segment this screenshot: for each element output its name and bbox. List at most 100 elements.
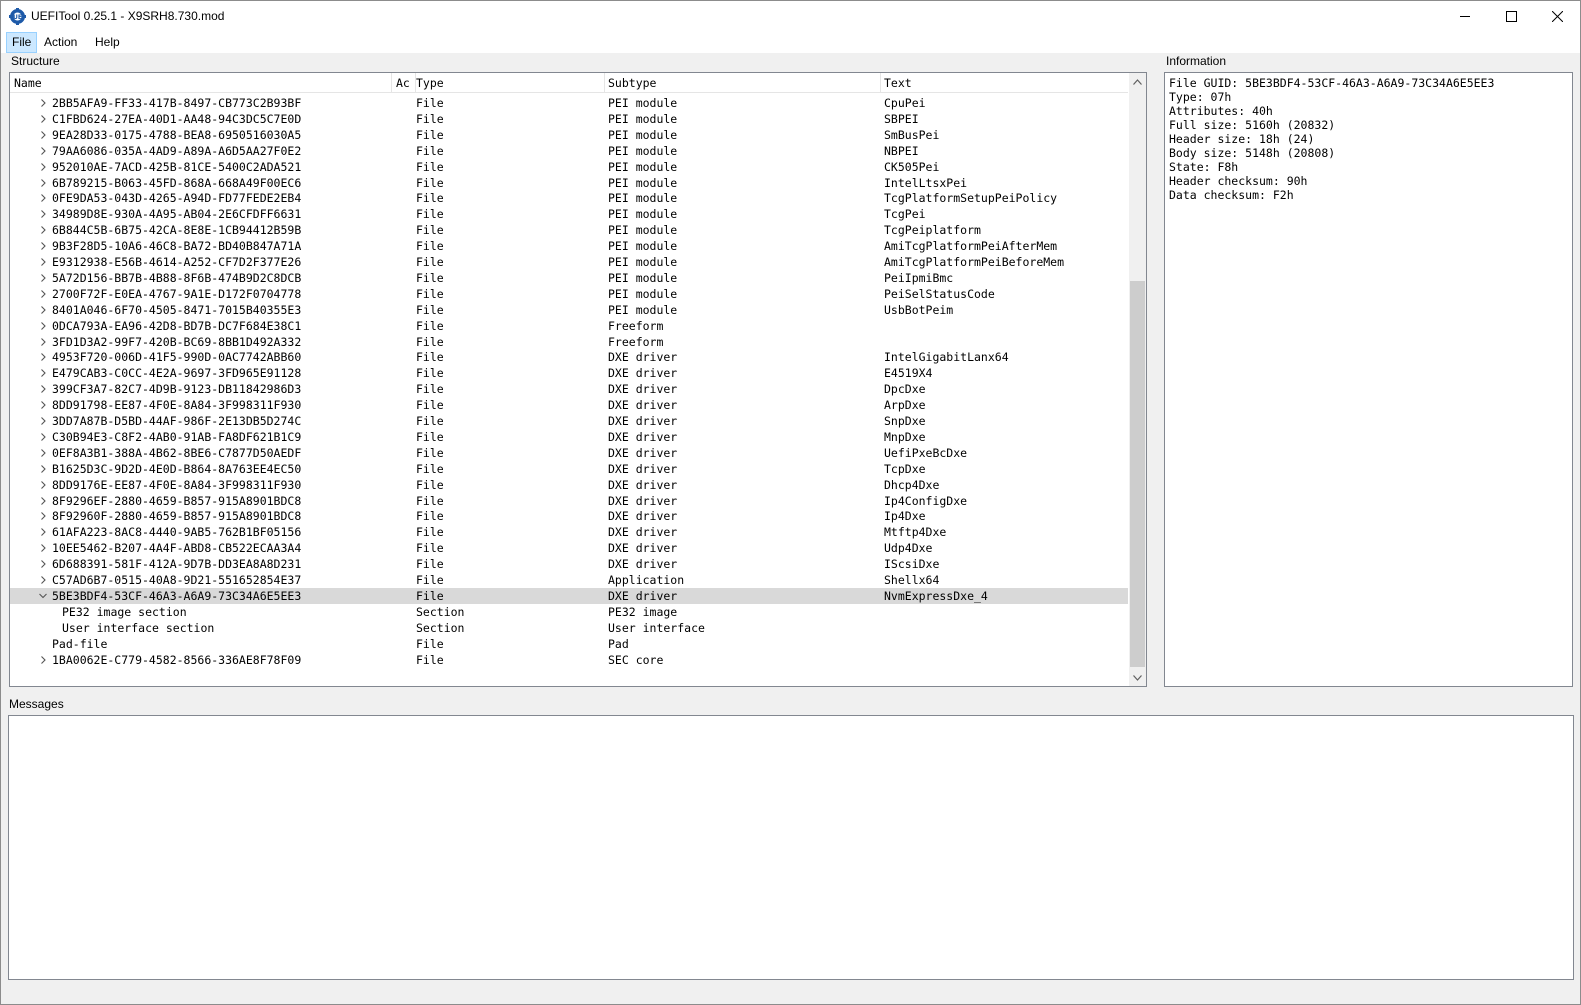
chevron-right-icon[interactable] bbox=[39, 576, 47, 584]
scroll-down-button[interactable] bbox=[1129, 669, 1146, 686]
tree-row[interactable]: 8401A046-6F70-4505-8471-7015B40355E3 File… bbox=[10, 302, 1128, 318]
tree-cell-subtype: PEI module bbox=[608, 159, 678, 174]
menu-action[interactable]: Action bbox=[39, 32, 82, 53]
tree-row[interactable]: 0FE9DA53-043D-4265-A94D-FD77FEDE2EB4 File… bbox=[10, 190, 1128, 206]
tree-item-name: PE32 image section bbox=[62, 604, 187, 619]
chevron-right-icon[interactable] bbox=[39, 480, 47, 489]
tree-row[interactable]: 10EE5462-B207-4A4F-ABD8-CB522ECAA3A4 File… bbox=[10, 540, 1128, 556]
maximize-button[interactable] bbox=[1488, 1, 1534, 32]
tree-row[interactable]: 5BE3BDF4-53CF-46A3-A6A9-73C34A6E5EE3 File… bbox=[10, 587, 1128, 604]
chevron-right-icon[interactable] bbox=[39, 655, 47, 664]
horizontal-splitter[interactable] bbox=[1, 692, 1580, 695]
chevron-right-icon[interactable] bbox=[39, 337, 47, 346]
structure-tree[interactable]: Name Ac Type Subtype Text 2BB5AFA9-FF33-… bbox=[9, 72, 1147, 687]
tree-cell-text: PeiSelStatusCode bbox=[884, 286, 995, 301]
tree-row[interactable]: E9312938-E56B-4614-A252-CF7D2F377E26 File… bbox=[10, 254, 1128, 270]
chevron-right-icon[interactable] bbox=[39, 464, 47, 473]
tree-row[interactable]: 8F92960F-2880-4659-B857-915A8901BDC8 File… bbox=[10, 508, 1128, 524]
chevron-right-icon[interactable] bbox=[39, 115, 47, 123]
tree-row[interactable]: 3DD7A87B-D5BD-44AF-986F-2E13DB5D274C File… bbox=[10, 413, 1128, 429]
tree-item-name: C57AD6B7-0515-40A8-9D21-551652854E37 bbox=[52, 573, 302, 587]
column-header-type[interactable]: Type bbox=[412, 73, 604, 93]
tree-cell-name: 4953F720-006D-41F5-990D-0AC7742ABB60 bbox=[10, 349, 392, 365]
chevron-right-icon[interactable] bbox=[39, 417, 47, 425]
tree-cell-subtype: Freeform bbox=[608, 334, 664, 349]
menu-help[interactable]: Help bbox=[90, 32, 125, 53]
info-line: Full size: 5160h (20832) bbox=[1169, 118, 1336, 132]
tree-row[interactable]: 3FD1D3A2-99F7-420B-BC69-8BB1D492A332 File… bbox=[10, 334, 1128, 350]
minimize-button[interactable] bbox=[1442, 1, 1488, 32]
tree-row[interactable]: 6B789215-B063-45FD-868A-668A49F00EC6 File… bbox=[10, 175, 1128, 191]
vertical-scrollbar[interactable] bbox=[1129, 73, 1146, 686]
chevron-right-icon[interactable] bbox=[39, 242, 47, 250]
tree-item-name: 0DCA793A-EA96-42D8-BD7B-DC7F684E38C1 bbox=[52, 318, 302, 333]
chevron-right-icon[interactable] bbox=[39, 178, 47, 187]
tree-row[interactable]: 8DD9176E-EE87-4F0E-8A84-3F998311F930 File… bbox=[10, 477, 1128, 493]
chevron-right-icon[interactable] bbox=[39, 162, 47, 171]
scroll-up-button[interactable] bbox=[1129, 73, 1146, 90]
chevron-right-icon[interactable] bbox=[39, 274, 47, 282]
chevron-right-icon[interactable] bbox=[39, 289, 47, 298]
scrollbar-thumb[interactable] bbox=[1130, 281, 1145, 667]
chevron-right-icon[interactable] bbox=[39, 226, 47, 235]
tree-row[interactable]: 34989D8E-930A-4A95-AB04-2E6CFDFF6631 File… bbox=[10, 206, 1128, 222]
tree-row[interactable]: 2BB5AFA9-FF33-417B-8497-CB773C2B93BF File… bbox=[10, 95, 1128, 111]
tree-row[interactable]: 79AA6086-035A-4AD9-A89A-A6D5AA27F0E2 File… bbox=[10, 143, 1128, 159]
information-panel[interactable]: File GUID: 5BE3BDF4-53CF-46A3-A6A9-73C34… bbox=[1164, 72, 1573, 687]
tree-row[interactable]: 61AFA223-8AC8-4440-9AB5-762B1BF05156 File… bbox=[10, 524, 1128, 540]
tree-cell-subtype: PEI module bbox=[608, 223, 678, 238]
tree-row[interactable]: 9B3F28D5-10A6-46C8-BA72-BD40B847A71A File… bbox=[10, 238, 1128, 254]
tree-row[interactable]: 6D688391-581F-412A-9D7B-DD3EA8A8D231 File… bbox=[10, 556, 1128, 572]
tree-item-name: E9312938-E56B-4614-A252-CF7D2F377E26 bbox=[52, 255, 302, 269]
chevron-right-icon[interactable] bbox=[39, 448, 47, 457]
chevron-right-icon[interactable] bbox=[39, 210, 47, 219]
column-header-text[interactable]: Text bbox=[880, 73, 1128, 93]
chevron-right-icon[interactable] bbox=[39, 512, 47, 521]
info-line: File GUID: 5BE3BDF4-53CF-46A3-A6A9-73C34… bbox=[1169, 76, 1495, 90]
chevron-right-icon[interactable] bbox=[39, 544, 47, 553]
chevron-right-icon[interactable] bbox=[39, 401, 47, 409]
column-header-name[interactable]: Name bbox=[10, 73, 392, 93]
tree-row[interactable]: C30B94E3-C8F2-4AB0-91AB-FA8DF621B1C9 File… bbox=[10, 429, 1128, 445]
chevron-right-icon[interactable] bbox=[39, 146, 47, 155]
tree-row[interactable]: 952010AE-7ACD-425B-81CE-5400C2ADA521 File… bbox=[10, 159, 1128, 175]
tree-row[interactable]: B1625D3C-9D2D-4E0D-B864-8A763EE4EC50 File… bbox=[10, 461, 1128, 477]
chevron-right-icon[interactable] bbox=[39, 321, 47, 330]
tree-row[interactable]: 0DCA793A-EA96-42D8-BD7B-DC7F684E38C1 File… bbox=[10, 318, 1128, 334]
chevron-right-icon[interactable] bbox=[39, 258, 47, 266]
chevron-right-icon[interactable] bbox=[39, 369, 47, 378]
tree-row[interactable]: Pad-file File Pad bbox=[10, 636, 1128, 652]
chevron-right-icon[interactable] bbox=[39, 528, 47, 537]
tree-row[interactable]: 1BA0062E-C779-4582-8566-336AE8F78F09 File… bbox=[10, 652, 1128, 668]
chevron-right-icon[interactable] bbox=[39, 560, 47, 568]
messages-list[interactable] bbox=[8, 715, 1574, 980]
tree-row[interactable]: 5A72D156-BB7B-4B88-8F6B-474B9D2C8DCB File… bbox=[10, 270, 1128, 286]
tree-row[interactable]: 8F9296EF-2880-4659-B857-915A8901BDC8 File… bbox=[10, 493, 1128, 509]
tree-item-name: 0EF8A3B1-388A-4B62-8BE6-C7877D50AEDF bbox=[52, 445, 302, 460]
chevron-right-icon[interactable] bbox=[39, 305, 47, 314]
menu-file[interactable]: File bbox=[6, 32, 38, 53]
tree-row[interactable]: PE32 image section Section PE32 image bbox=[10, 604, 1128, 620]
chevron-right-icon[interactable] bbox=[39, 194, 47, 203]
chevron-right-icon[interactable] bbox=[39, 496, 47, 505]
tree-row[interactable]: 4953F720-006D-41F5-990D-0AC7742ABB60 File… bbox=[10, 349, 1128, 365]
tree-row[interactable]: 399CF3A7-82C7-4D9B-9123-DB11842986D3 File… bbox=[10, 381, 1128, 397]
vertical-splitter[interactable] bbox=[1153, 53, 1158, 693]
chevron-right-icon[interactable] bbox=[39, 385, 47, 394]
tree-row[interactable]: 8DD91798-EE87-4F0E-8A84-3F998311F930 File… bbox=[10, 397, 1128, 413]
chevron-down-icon[interactable] bbox=[39, 592, 47, 600]
tree-row[interactable]: E479CAB3-C0CC-4E2A-9697-3FD965E91128 File… bbox=[10, 365, 1128, 381]
tree-row[interactable]: C57AD6B7-0515-40A8-9D21-551652854E37 File… bbox=[10, 572, 1128, 588]
tree-row[interactable]: User interface section Section User interf… bbox=[10, 620, 1128, 636]
tree-row[interactable]: 6B844C5B-6B75-42CA-8E8E-1CB94412B59B File… bbox=[10, 222, 1128, 238]
tree-row[interactable]: 0EF8A3B1-388A-4B62-8BE6-C7877D50AEDF File… bbox=[10, 445, 1128, 461]
chevron-right-icon[interactable] bbox=[39, 353, 47, 362]
column-header-subtype[interactable]: Subtype bbox=[604, 73, 880, 93]
chevron-right-icon[interactable] bbox=[39, 130, 47, 139]
tree-row[interactable]: 9EA28D33-0175-4788-BEA8-6950516030A5 File… bbox=[10, 127, 1128, 143]
chevron-right-icon[interactable] bbox=[39, 433, 47, 441]
close-button[interactable] bbox=[1534, 1, 1580, 32]
tree-row[interactable]: C1FBD624-27EA-40D1-AA48-94C3DC5C7E0D File… bbox=[10, 111, 1128, 127]
chevron-right-icon[interactable] bbox=[39, 99, 47, 107]
tree-row[interactable]: 2700F72F-E0EA-4767-9A1E-D172F0704778 File… bbox=[10, 286, 1128, 302]
